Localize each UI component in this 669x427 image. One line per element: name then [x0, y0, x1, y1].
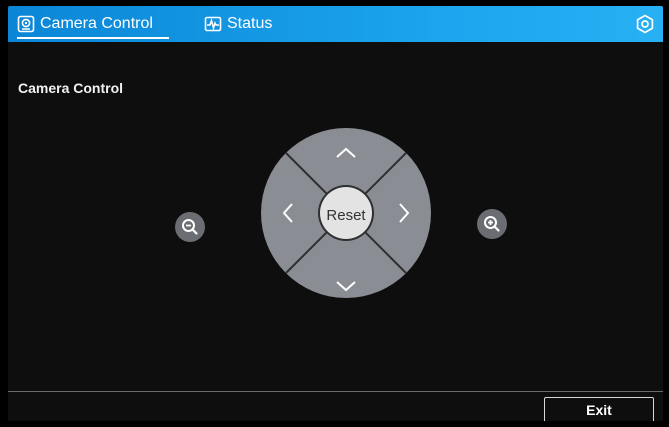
zoom-out-icon: [182, 219, 198, 235]
tab-camera-control-label: Camera Control: [40, 15, 153, 32]
section-title: Camera Control: [18, 80, 124, 96]
bottom-bar: Exit: [8, 391, 663, 421]
exit-button[interactable]: Exit: [544, 397, 654, 421]
reset-button[interactable]: Reset: [315, 190, 377, 240]
tab-status[interactable]: Status: [204, 6, 284, 42]
pan-down-button[interactable]: [324, 260, 368, 304]
pulse-icon: [204, 15, 222, 33]
tab-status-label: Status: [227, 15, 273, 32]
screen: Camera Control Status Camera Control Res…: [8, 6, 663, 421]
top-bar: Camera Control Status: [8, 6, 663, 42]
pan-up-button[interactable]: [324, 134, 368, 178]
camera-icon: [17, 15, 35, 33]
zoom-in-icon: [484, 216, 500, 232]
settings-button[interactable]: [635, 14, 655, 34]
gear-icon: [636, 14, 654, 34]
zoom-in-button[interactable]: [477, 209, 507, 239]
zoom-out-button[interactable]: [175, 212, 205, 242]
pan-left-button[interactable]: [264, 198, 308, 242]
tab-camera-control[interactable]: Camera Control: [17, 6, 169, 42]
pan-right-button[interactable]: [388, 198, 432, 242]
